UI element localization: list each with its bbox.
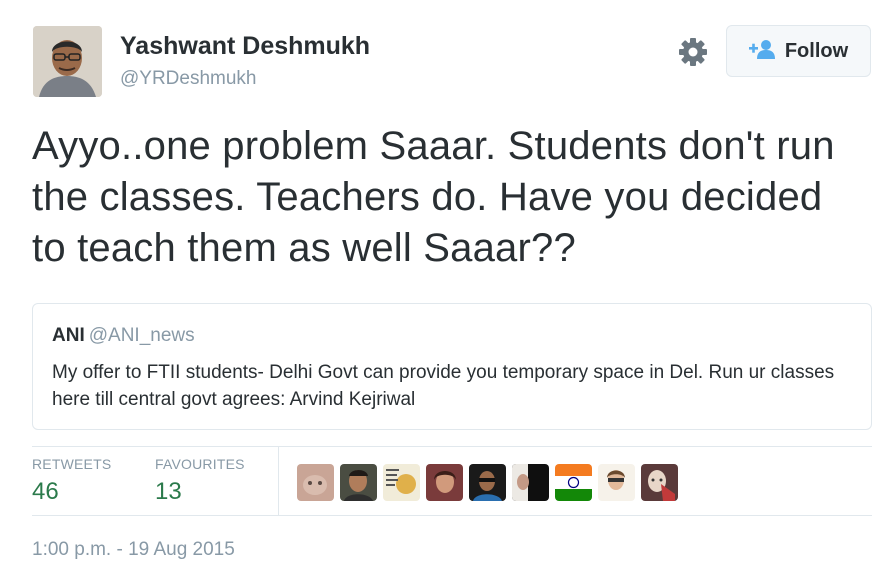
favourites-label: FAVOURITES [155,456,245,472]
tweet-timestamp[interactable]: 1:00 p.m. - 19 Aug 2015 [32,539,235,561]
favourites-stat[interactable]: FAVOURITES 13 [155,456,245,506]
favouriter-avatar[interactable] [340,464,377,501]
follow-label: Follow [784,39,849,62]
stats-vertical-divider [278,447,279,515]
gear-icon[interactable] [678,37,708,67]
add-user-icon [748,39,777,64]
favouriter-avatars [297,464,678,501]
follow-button[interactable]: Follow [726,25,871,77]
favouriter-avatar[interactable] [469,464,506,501]
author-name[interactable]: Yashwant Deshmukh [120,32,370,61]
tweet-text: Ayyo..one problem Saaar. Students don't … [32,124,835,270]
quoted-author-handle: @ANI_news [88,325,195,346]
retweets-count: 46 [32,478,59,505]
favouriter-avatar[interactable] [512,464,549,501]
favouriter-avatar[interactable] [641,464,678,501]
favouriter-avatar[interactable] [598,464,635,501]
quoted-tweet[interactable]: ANI @ANI_news My offer to FTII students- … [32,303,872,430]
favouriter-avatar[interactable] [383,464,420,501]
stats-top-divider [32,446,872,447]
stats-bottom-divider [32,515,872,516]
favouriter-avatar[interactable] [555,464,592,501]
retweets-stat[interactable]: RETWEETS 46 [32,456,111,506]
author-avatar[interactable] [33,26,102,97]
quoted-tweet-text: My offer to FTII students- Delhi Govt ca… [52,362,835,410]
retweets-label: RETWEETS [32,456,112,472]
favouriter-avatar[interactable] [297,464,334,501]
favourites-count: 13 [155,478,182,505]
author-handle[interactable]: @YRDeshmukh [120,68,257,90]
favouriter-avatar[interactable] [426,464,463,501]
quoted-tweet-header: ANI @ANI_news [52,325,195,347]
quoted-author-name: ANI [52,325,85,346]
